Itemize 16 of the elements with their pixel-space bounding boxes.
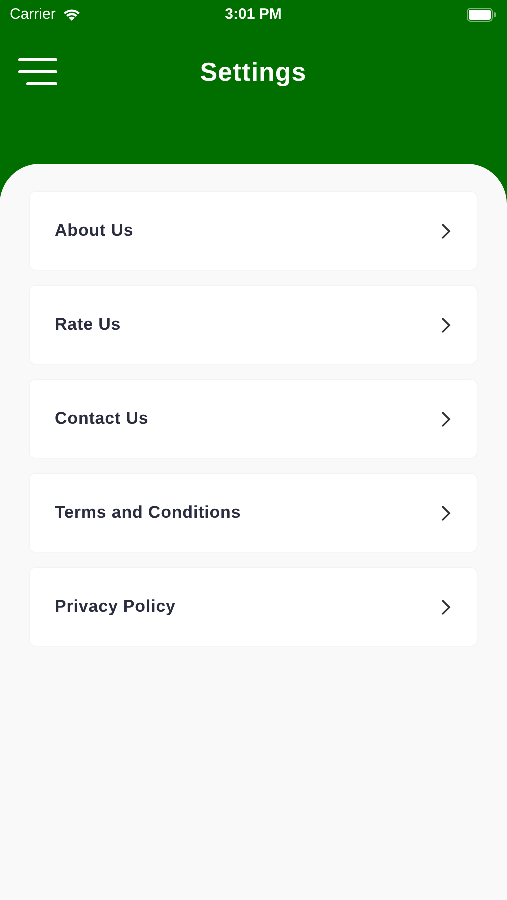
- settings-item[interactable]: Contact Us: [30, 380, 477, 458]
- status-time: 3:01 PM: [225, 4, 282, 25]
- wifi-icon: [62, 8, 82, 22]
- settings-item[interactable]: Privacy Policy: [30, 568, 477, 646]
- menu-icon[interactable]: [18, 58, 58, 86]
- chevron-right-icon: [441, 504, 451, 522]
- page-title: Settings: [200, 56, 307, 88]
- settings-item[interactable]: Terms and Conditions: [30, 474, 477, 552]
- settings-item[interactable]: About Us: [30, 192, 477, 270]
- chevron-right-icon: [441, 222, 451, 240]
- chevron-right-icon: [441, 598, 451, 616]
- battery-icon: [466, 8, 497, 22]
- settings-item[interactable]: Rate Us: [30, 286, 477, 364]
- carrier-label: Carrier: [10, 4, 56, 25]
- chevron-right-icon: [441, 410, 451, 428]
- chevron-right-icon: [441, 316, 451, 334]
